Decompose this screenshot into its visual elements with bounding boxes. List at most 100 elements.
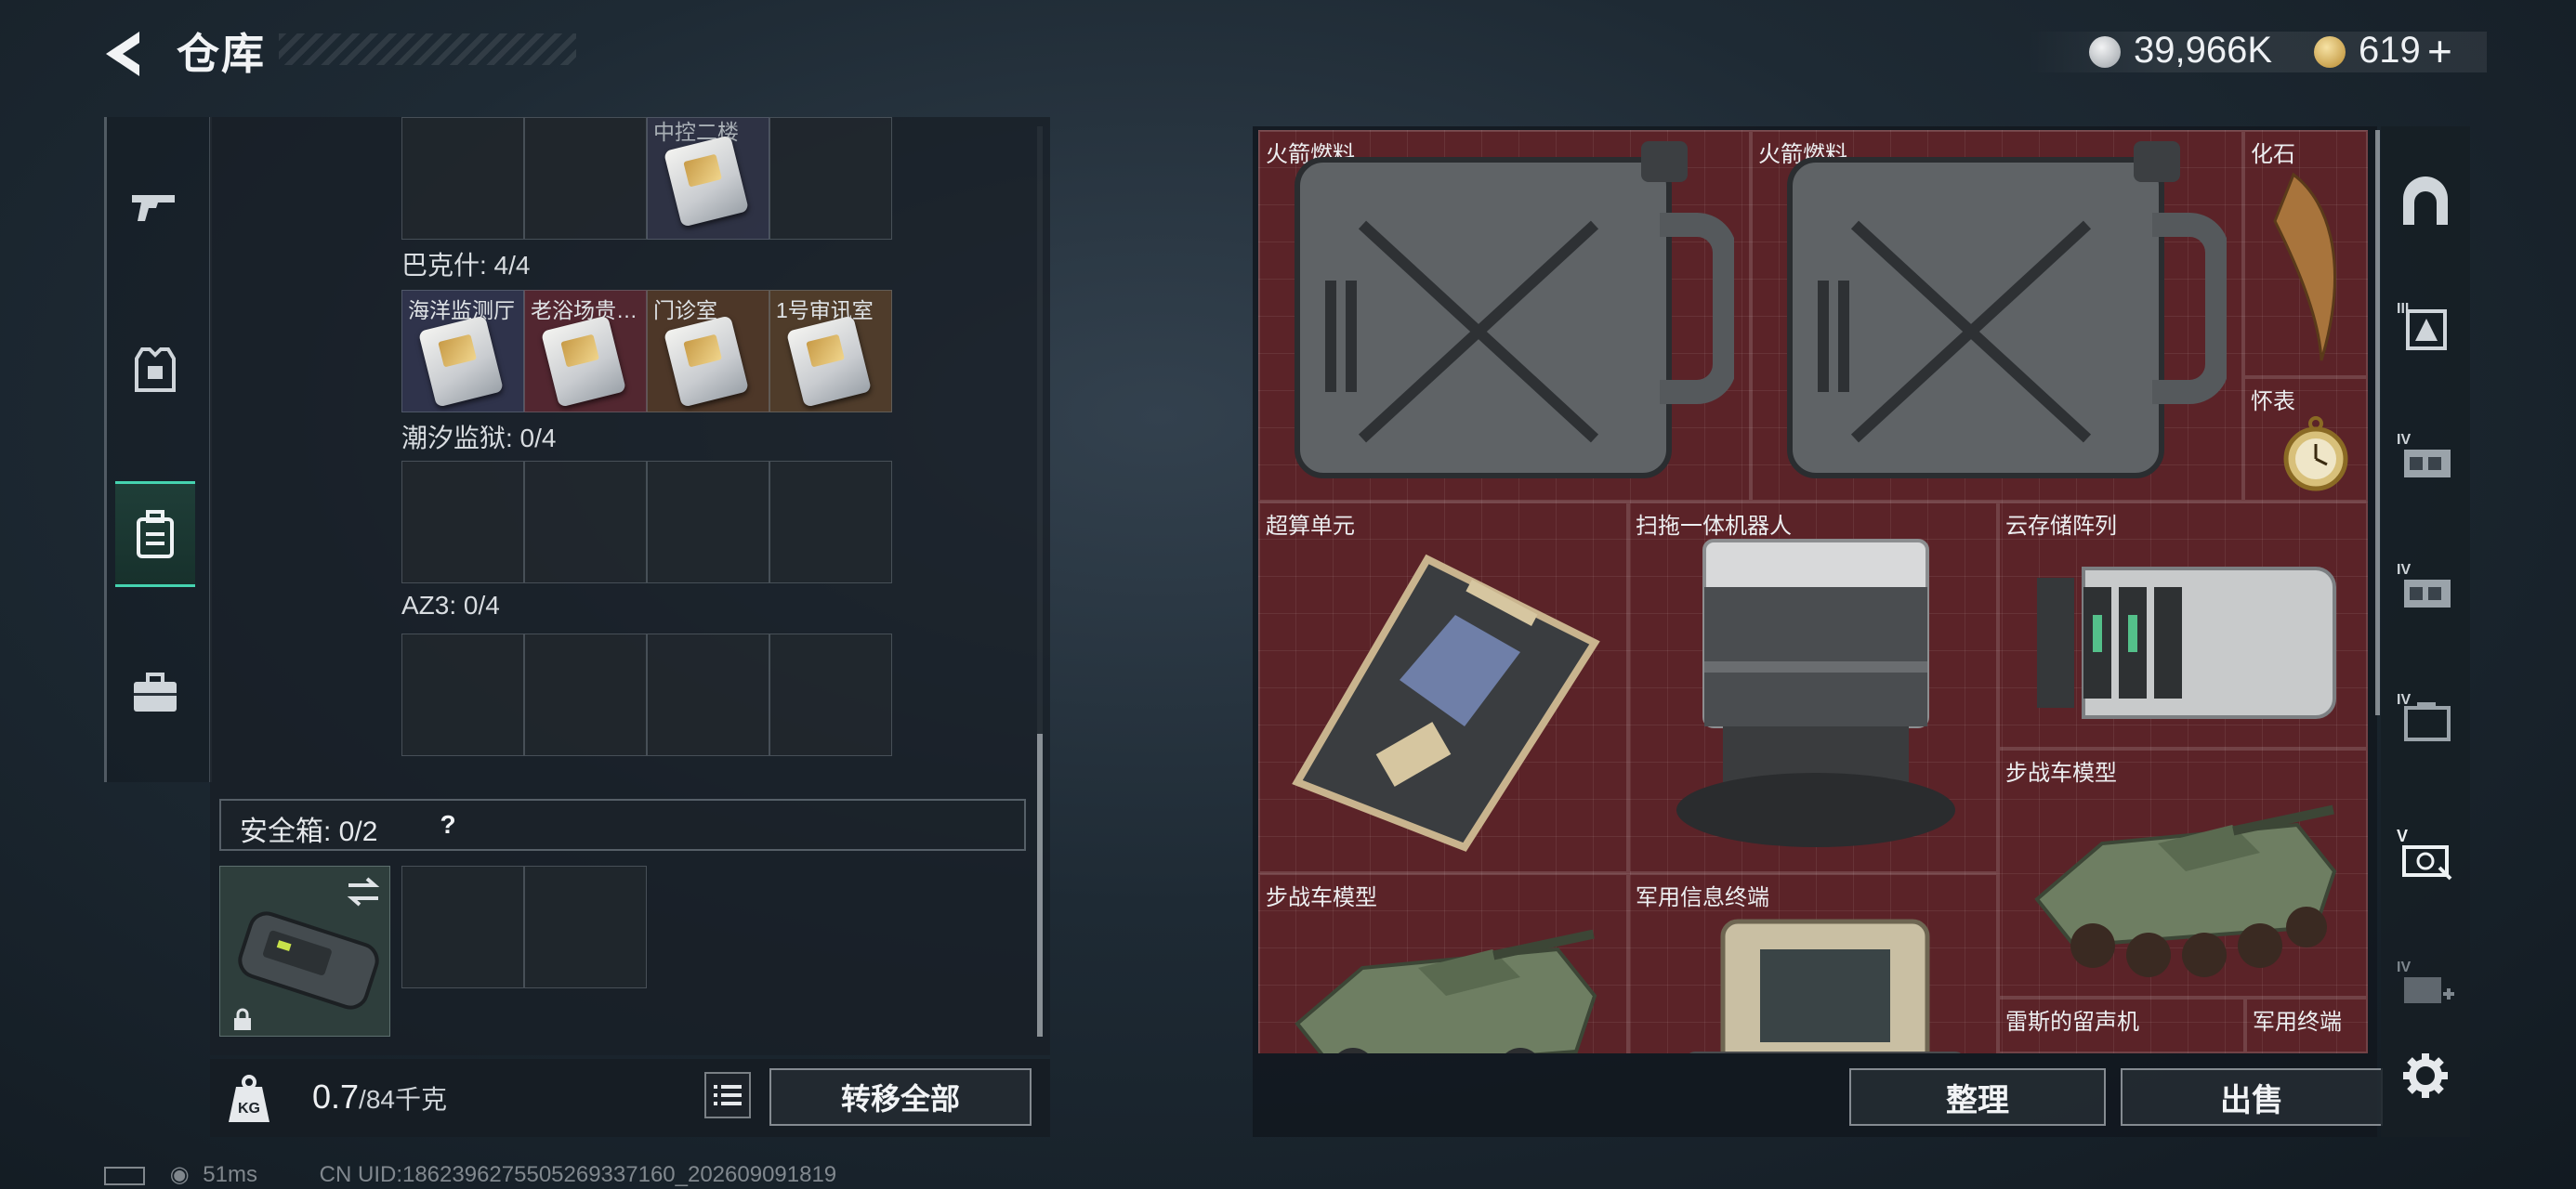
gold-currency-value: 619 xyxy=(2359,30,2421,71)
sort-button[interactable]: 整理 xyxy=(1849,1068,2106,1126)
stash-item[interactable]: 军用信息终端 xyxy=(1628,873,1998,1053)
stash-item[interactable]: 雷斯的留声机 xyxy=(1998,998,2245,1053)
military-terminal-icon xyxy=(1689,919,1961,1053)
key-slot[interactable] xyxy=(769,461,892,583)
stash-item[interactable]: 怀表 xyxy=(2243,377,2368,502)
stash-item[interactable]: 火箭燃料 xyxy=(1258,130,1751,502)
pocket-watch-icon xyxy=(2283,416,2348,491)
rail-item-armor-iii[interactable]: III xyxy=(2392,294,2459,360)
level-v-container-icon: V xyxy=(2397,827,2452,881)
level-iv-case-icon: IV xyxy=(2397,692,2451,741)
stash-item[interactable]: 扫拖一体机器人 xyxy=(1628,502,1998,873)
weight-current: 0.7 xyxy=(312,1078,360,1116)
weight-kg-icon: KG xyxy=(227,1074,271,1124)
item-label: 步战车模型 xyxy=(2005,761,2117,786)
key-slot-filled[interactable]: 中控二楼 xyxy=(647,117,769,240)
key-card-slot[interactable]: 老浴场贵… xyxy=(524,290,647,412)
key-slot[interactable] xyxy=(769,117,892,240)
rail-item-container-v[interactable]: V xyxy=(2392,821,2459,888)
safe-slot[interactable] xyxy=(401,866,524,988)
item-label: 步战车模型 xyxy=(1266,885,1377,910)
sell-button[interactable]: 出售 xyxy=(2121,1068,2383,1126)
section-title-tidal-prison: 潮汐监狱: 0/4 xyxy=(401,424,557,452)
rail-item-rig-iv-2[interactable]: IV xyxy=(2392,554,2459,621)
level-iv-add-icon: IV xyxy=(2397,960,2454,1003)
stash-item[interactable]: 步战车模型 xyxy=(1998,749,2368,998)
key-row-tidal-prison xyxy=(401,461,892,583)
transfer-all-button[interactable]: 转移全部 xyxy=(769,1068,1032,1126)
keycard-icon xyxy=(663,315,750,408)
ping-value: 51ms xyxy=(203,1162,257,1187)
stash-item[interactable]: 步战车模型 xyxy=(1258,873,1628,1053)
key-card-label: 1号审讯室 xyxy=(776,298,874,322)
tab-armor[interactable] xyxy=(115,320,195,420)
key-slot[interactable] xyxy=(769,634,892,756)
robot-vacuum-icon xyxy=(1676,539,1955,847)
tier-tag: IV xyxy=(2397,432,2411,448)
silver-coin-icon xyxy=(2089,36,2121,68)
key-slot[interactable] xyxy=(647,461,769,583)
key-row-az3 xyxy=(401,634,892,756)
lock-icon xyxy=(234,1008,251,1030)
status-bar: ◉ 51ms CN UID:1862396275505269337160_202… xyxy=(104,1161,836,1188)
left-scrollbar-thumb[interactable] xyxy=(1037,734,1043,1037)
rail-item-case-iv[interactable]: IV xyxy=(2392,684,2459,751)
section-title-az3: AZ3: 0/4 xyxy=(401,591,500,620)
add-currency-button[interactable]: + xyxy=(2427,26,2452,76)
safe-slot[interactable] xyxy=(524,866,647,988)
tab-weapons[interactable] xyxy=(115,158,195,258)
key-slot[interactable] xyxy=(401,634,524,756)
key-card-slot[interactable]: 1号审讯室 xyxy=(769,290,892,412)
key-slot[interactable] xyxy=(401,461,524,583)
stash-item[interactable]: 火箭燃料 xyxy=(1751,130,2243,502)
key-card-label: 海洋监测厅 xyxy=(408,298,515,322)
battery-icon xyxy=(104,1166,145,1185)
settings-button[interactable] xyxy=(2392,1042,2459,1109)
tier-tag: IV xyxy=(2397,692,2411,708)
item-label: 军用信息终端 xyxy=(1636,885,1769,910)
help-icon[interactable]: ? xyxy=(429,806,467,843)
tab-briefcase[interactable] xyxy=(115,643,195,743)
back-button[interactable] xyxy=(102,26,158,82)
weight-unit: 千克 xyxy=(394,1085,447,1114)
key-card-label: 老浴场贵… xyxy=(531,298,637,322)
key-slot[interactable] xyxy=(647,634,769,756)
key-slot[interactable] xyxy=(401,117,524,240)
safe-box-slots xyxy=(401,866,647,988)
list-view-button[interactable] xyxy=(704,1072,751,1118)
stash-item[interactable]: 超算单元 xyxy=(1258,502,1628,873)
tab-backpack[interactable] xyxy=(115,481,195,587)
tier-tag: IV xyxy=(2397,960,2411,975)
briefcase-icon xyxy=(134,673,177,712)
key-slot[interactable] xyxy=(524,634,647,756)
stash-item[interactable]: 军用终端 xyxy=(2245,998,2368,1053)
storage-array-icon xyxy=(2037,567,2336,719)
list-icon xyxy=(714,1085,742,1105)
rail-item-add-iv[interactable]: IV xyxy=(2392,951,2459,1018)
supercomputer-board-icon xyxy=(1292,554,1600,852)
safe-box-container[interactable] xyxy=(219,866,390,1037)
swap-icon[interactable] xyxy=(345,876,382,908)
key-card-slot[interactable]: 海洋监测厅 xyxy=(401,290,524,412)
key-card-slot[interactable]: 门诊室 xyxy=(647,290,769,412)
title-decoration xyxy=(279,33,576,65)
item-label: 化石 xyxy=(2251,142,2295,167)
key-row-bakhsh: 海洋监测厅 老浴场贵… 门诊室 1号审讯室 xyxy=(401,290,892,412)
item-label: 军用终端 xyxy=(2253,1010,2342,1035)
section-title-bakhsh: 巴克什: 4/4 xyxy=(401,251,531,280)
stash-item[interactable]: 云存储阵列 xyxy=(1998,502,2368,749)
rail-item-rig-iv[interactable]: IV xyxy=(2392,424,2459,490)
uid-text: CN UID:1862396275505269337160_2026090918… xyxy=(319,1162,837,1187)
ifv-model-icon xyxy=(2034,804,2337,977)
item-label: 超算单元 xyxy=(1266,514,1355,539)
key-card-label: 门诊室 xyxy=(653,298,717,322)
wifi-icon: ◉ xyxy=(169,1162,190,1187)
key-slot[interactable] xyxy=(524,117,647,240)
stash-scrollbar[interactable] xyxy=(2375,130,2380,715)
stash-item[interactable]: 化石 xyxy=(2243,130,2368,377)
gun-icon xyxy=(132,195,175,221)
key-slot[interactable] xyxy=(524,461,647,583)
item-label: 云存储阵列 xyxy=(2005,514,2117,539)
rail-item-gate[interactable] xyxy=(2392,167,2459,234)
kg-label: KG xyxy=(238,1101,260,1117)
